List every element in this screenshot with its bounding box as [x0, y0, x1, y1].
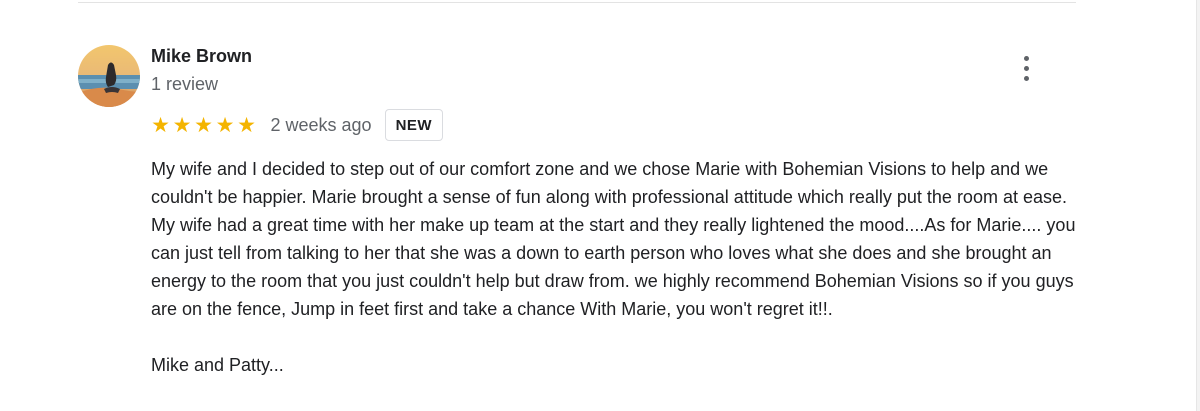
star-icon: ★ [194, 113, 213, 137]
review-timestamp: 2 weeks ago [270, 114, 372, 135]
scrollbar-track[interactable] [1196, 0, 1200, 411]
review-paragraph: My wife and I decided to step out of our… [151, 159, 1076, 319]
more-vert-icon-dot [1024, 66, 1029, 71]
rating-row: ★ ★ ★ ★ ★ 2 weeks ago NEW [150, 109, 444, 141]
star-icon: ★ [151, 113, 170, 137]
star-icon: ★ [215, 113, 235, 137]
more-vert-icon-dot [1024, 76, 1029, 81]
more-vert-icon [1024, 56, 1029, 61]
review-text: My wife and I decided to step out of our… [151, 155, 1076, 379]
star-icon: ★ [237, 113, 256, 137]
avatar-photo-icon [78, 45, 140, 107]
review-signoff: Mike and Patty... [151, 355, 284, 375]
author-name[interactable]: Mike Brown [151, 46, 252, 67]
avatar[interactable] [78, 45, 140, 107]
new-badge: NEW [384, 109, 444, 141]
star-icon: ★ [172, 113, 192, 137]
more-options-button[interactable] [1014, 54, 1038, 84]
section-divider [78, 2, 1076, 3]
author-review-count[interactable]: 1 review [151, 74, 218, 95]
star-rating: ★ ★ ★ ★ ★ [150, 115, 258, 136]
